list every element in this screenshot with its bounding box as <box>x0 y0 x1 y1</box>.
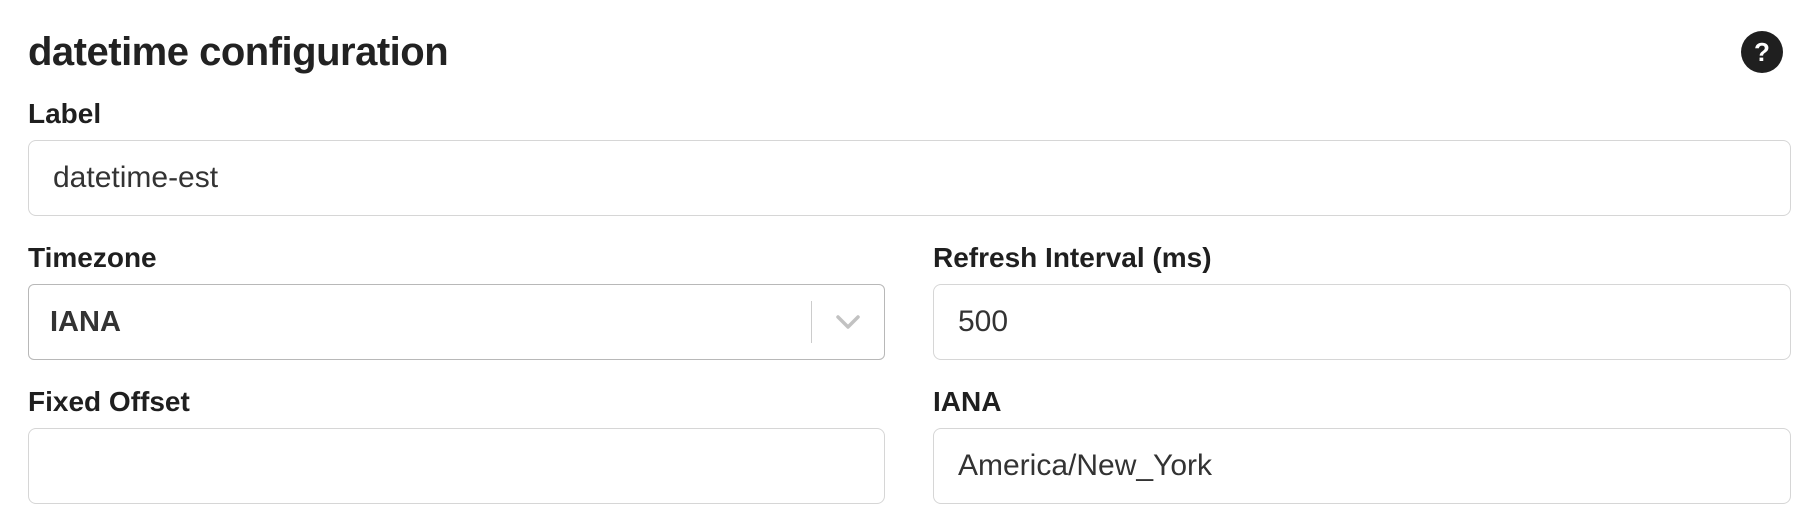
label-field-label: Label <box>28 98 102 129</box>
fixed-offset-field-label: Fixed Offset <box>28 386 190 417</box>
page-title: datetime configuration <box>28 30 449 74</box>
refresh-interval-input[interactable] <box>933 284 1791 360</box>
iana-field-label: IANA <box>933 386 1002 417</box>
help-icon: ? <box>1754 36 1770 67</box>
timezone-selected-value: IANA <box>50 305 121 338</box>
fixed-offset-input[interactable] <box>28 428 885 504</box>
label-input[interactable] <box>28 140 1791 216</box>
refresh-interval-field-label: Refresh Interval (ms) <box>933 242 1212 273</box>
timezone-select[interactable]: IANA <box>28 284 885 360</box>
timezone-field-label: Timezone <box>28 242 157 273</box>
chevron-down-icon[interactable] <box>812 284 884 360</box>
help-button[interactable]: ? <box>1741 31 1783 73</box>
iana-input[interactable] <box>933 428 1791 504</box>
